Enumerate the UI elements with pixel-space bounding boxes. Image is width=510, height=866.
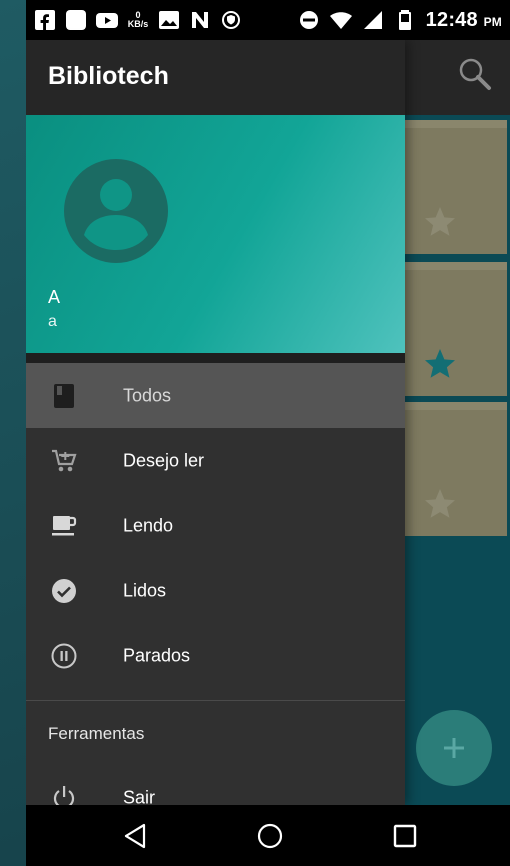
clock: 12:48 PM	[426, 9, 502, 32]
recents-icon[interactable]	[390, 821, 420, 851]
shield-icon	[220, 10, 242, 30]
add-book-button[interactable]	[416, 710, 492, 786]
user-email: a	[48, 313, 57, 330]
menu-item-lidos[interactable]: Lidos	[26, 558, 405, 623]
phone-screen: 0 KB/s 12:48 PM Bibliotech A a Todos Des…	[26, 0, 510, 866]
n-logo-icon	[189, 10, 211, 30]
book-card[interactable]	[404, 262, 507, 396]
book-card[interactable]	[404, 120, 507, 254]
menu-item-label: Desejo ler	[123, 450, 205, 470]
menu-item-todos[interactable]: Todos	[26, 363, 405, 428]
star-icon[interactable]	[422, 486, 458, 522]
book-icon	[50, 382, 78, 410]
signal-icon	[362, 10, 384, 30]
plus-icon	[444, 738, 464, 758]
menu-item-label: Parados	[123, 645, 191, 665]
image-icon	[158, 10, 180, 30]
account-avatar-icon[interactable]	[64, 159, 168, 263]
search-icon[interactable]	[458, 57, 492, 91]
book-card[interactable]	[404, 402, 507, 536]
app-notification-icon	[65, 10, 87, 30]
add-cart-icon	[50, 447, 78, 475]
menu-item-label: Todos	[123, 385, 172, 405]
system-navigation-bar	[26, 805, 510, 866]
clock-suffix: PM	[483, 14, 502, 29]
data-speed-indicator: 0 KB/s	[127, 10, 149, 30]
power-icon	[50, 784, 78, 805]
coffee-cup-icon	[50, 512, 78, 540]
menu-item-label: Lendo	[123, 515, 174, 535]
battery-icon	[394, 10, 416, 30]
clock-time: 12:48	[425, 8, 478, 31]
speed-unit: KB/s	[127, 19, 149, 29]
header-divider	[26, 353, 405, 363]
menu-item-lendo[interactable]: Lendo	[26, 493, 405, 558]
navigation-drawer: Bibliotech A a Todos Desejo ler Lendo Li…	[26, 40, 405, 805]
menu-item-parados[interactable]: Parados	[26, 623, 405, 688]
status-bar: 0 KB/s 12:48 PM	[26, 0, 510, 40]
menu-item-desejo-ler[interactable]: Desejo ler	[26, 428, 405, 493]
menu-item-label: Sair	[123, 787, 156, 806]
star-icon[interactable]	[422, 204, 458, 240]
drawer-toolbar: Bibliotech	[26, 40, 405, 115]
logout-button[interactable]: Sair	[26, 767, 405, 805]
app-title: Bibliotech	[48, 62, 169, 90]
section-title: Ferramentas	[48, 724, 145, 743]
drawer-header: A a	[26, 115, 405, 353]
menu-item-label: Lidos	[123, 580, 167, 600]
pause-circle-icon	[50, 642, 78, 670]
wifi-icon	[329, 10, 352, 30]
do-not-disturb-icon	[298, 10, 320, 30]
star-icon[interactable]	[422, 346, 458, 382]
home-icon[interactable]	[255, 821, 285, 851]
drawer-menu: Todos Desejo ler Lendo Lidos Parados Fer…	[26, 363, 405, 805]
user-name: A	[48, 287, 61, 307]
facebook-icon	[34, 10, 56, 30]
youtube-icon	[96, 10, 118, 30]
back-icon[interactable]	[120, 821, 150, 851]
check-circle-icon	[50, 577, 78, 605]
